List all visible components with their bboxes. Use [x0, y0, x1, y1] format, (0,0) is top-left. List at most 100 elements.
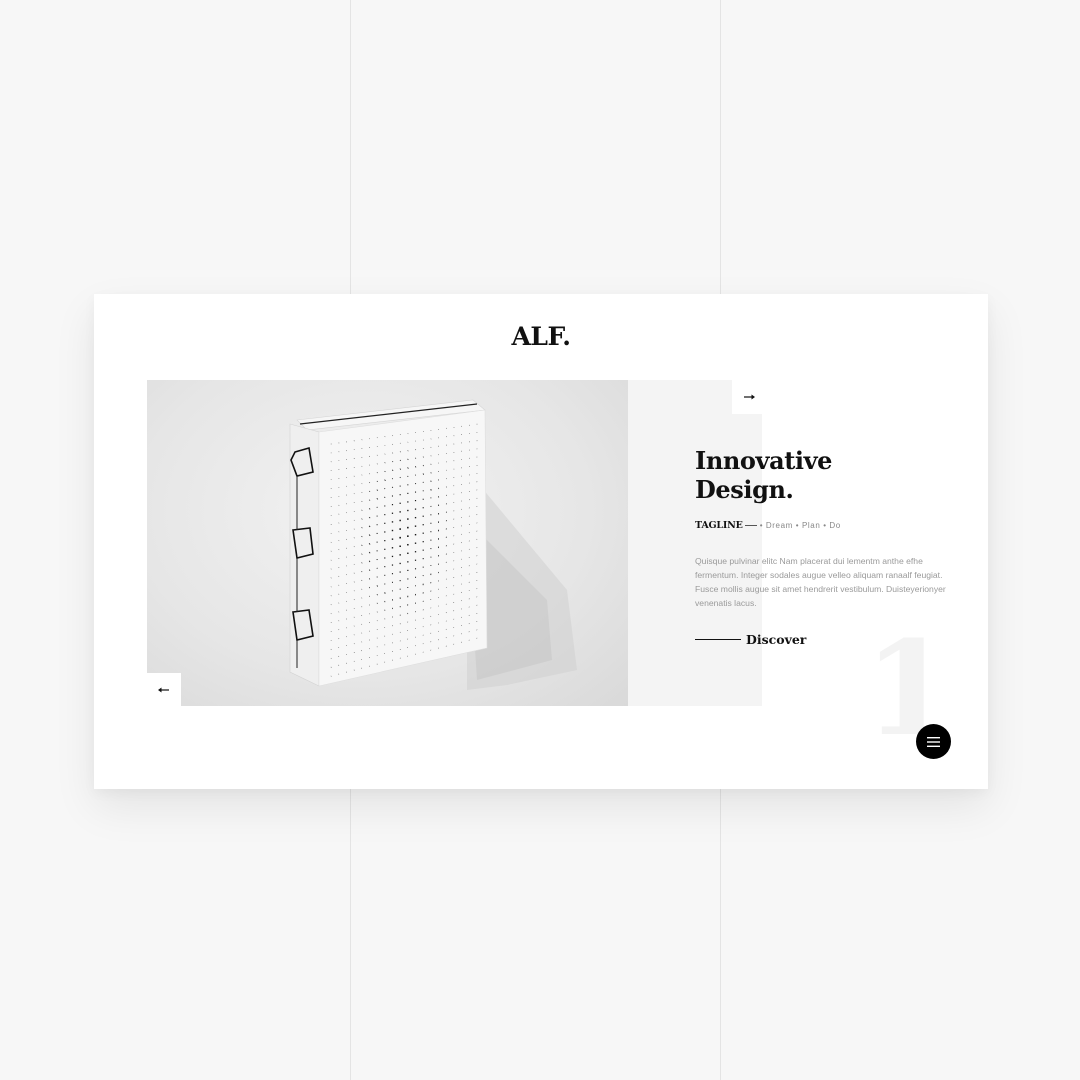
cover-dot: [407, 518, 409, 520]
brand-logo[interactable]: ALF.: [94, 322, 988, 351]
cover-dot: [453, 493, 455, 495]
cover-dot: [407, 612, 409, 615]
cover-dot: [376, 559, 378, 561]
discover-line: [695, 639, 741, 640]
cover-dot: [453, 460, 455, 462]
cover-dot: [445, 519, 447, 522]
cover-dot: [438, 504, 440, 507]
discover-label: Discover: [746, 632, 807, 647]
cover-dot: [430, 522, 432, 524]
previous-slide-button[interactable]: [147, 673, 181, 707]
cover-dot: [438, 496, 440, 498]
cover-dot: [384, 635, 386, 637]
cover-dot: [391, 547, 394, 549]
cover-dot: [414, 593, 416, 596]
cover-dot: [384, 557, 386, 559]
cover-dot: [438, 512, 440, 515]
cover-dot: [399, 588, 401, 590]
tagline-divider: [744, 525, 757, 526]
cover-dot: [430, 564, 432, 566]
cover-dot: [391, 581, 393, 583]
cover-dot: [392, 616, 393, 618]
cover-dot: [391, 564, 394, 566]
cover-dot: [384, 522, 386, 524]
hamburger-menu-icon: [927, 736, 940, 747]
slide-title-line2: Design.: [695, 475, 794, 504]
cover-dot: [414, 491, 417, 493]
cover-dot: [414, 568, 417, 570]
arrow-left-icon: [158, 687, 169, 693]
cover-dot: [391, 529, 394, 532]
menu-button[interactable]: [916, 724, 951, 759]
cover-dot: [376, 655, 378, 656]
cover-dot: [422, 532, 424, 534]
cover-dot: [446, 478, 447, 480]
cover-dot: [399, 545, 401, 548]
cover-dot: [469, 457, 470, 459]
cover-dot: [422, 549, 424, 551]
cover-dot: [414, 500, 417, 502]
cover-dot: [407, 552, 409, 555]
cover-dot: [414, 533, 417, 536]
cover-dot: [407, 492, 409, 494]
discover-link[interactable]: Discover: [695, 632, 806, 647]
cover-dot: [391, 555, 394, 558]
cover-dot: [430, 497, 432, 499]
cover-dot: [399, 580, 401, 582]
cover-dot: [399, 614, 401, 616]
cover-dot: [391, 504, 394, 506]
cover-dot: [469, 466, 470, 468]
cover-dot: [399, 623, 401, 625]
cover-dot: [422, 566, 424, 568]
cover-dot: [391, 590, 393, 592]
cover-dot: [384, 514, 386, 516]
cover-dot: [391, 495, 394, 497]
cover-dot: [445, 486, 447, 488]
cover-dot: [415, 576, 417, 578]
cover-dot: [438, 521, 440, 523]
tagline-words: • Dream • Plan • Do: [759, 521, 841, 530]
cover-dot: [445, 511, 447, 513]
cover-dot: [391, 521, 394, 523]
next-slide-button[interactable]: [732, 380, 766, 414]
content-backdrop-panel: [628, 380, 762, 706]
cover-dot: [407, 526, 409, 529]
cover-dot: [407, 509, 409, 512]
cover-dot: [399, 511, 401, 513]
cover-dot: [453, 501, 455, 503]
cover-dot: [399, 562, 401, 565]
cover-dot: [384, 505, 386, 507]
cover-dot: [422, 515, 424, 517]
cover-dot: [422, 575, 424, 577]
cover-dot: [407, 595, 409, 598]
cover-dot: [407, 484, 409, 486]
cover-dot: [376, 550, 378, 552]
cover-dot: [430, 531, 432, 533]
cover-dot: [445, 503, 447, 505]
cover-dot: [391, 538, 394, 540]
cover-dot: [414, 551, 417, 553]
cover-dot: [376, 532, 378, 534]
cover-dot: [461, 442, 462, 444]
cover-dot: [407, 561, 409, 563]
cover-dot: [399, 485, 401, 487]
cover-dot: [422, 558, 424, 560]
cover-dot: [399, 536, 401, 539]
slide-title: Innovative Design.: [695, 446, 955, 504]
cover-dot: [376, 524, 378, 526]
cover-dot: [407, 569, 409, 572]
cover-dot: [430, 556, 432, 558]
cover-dot: [399, 494, 401, 496]
cover-dot: [407, 578, 409, 580]
cover-dot: [391, 512, 394, 514]
cover-dot: [384, 531, 386, 533]
cover-dot: [407, 501, 409, 503]
cover-dot: [422, 524, 424, 526]
notebook-illustration: [289, 399, 577, 690]
cover-dot: [430, 539, 432, 541]
cover-dot: [384, 548, 386, 550]
cover-dot: [376, 541, 378, 543]
tagline: TAGLINE • Dream • Plan • Do: [695, 520, 841, 531]
cover-dot: [399, 519, 401, 522]
cover-dot: [399, 554, 401, 556]
